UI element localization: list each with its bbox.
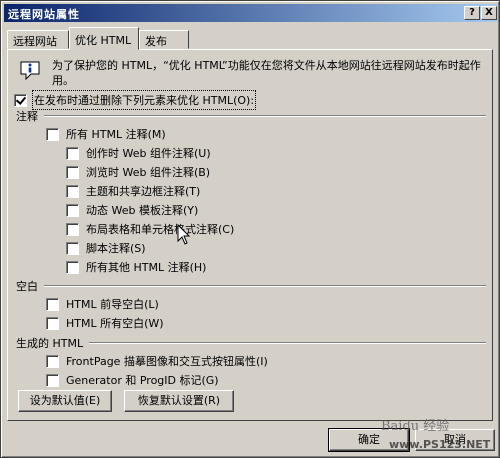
checkbox-label: 所有其他 HTML 注释(H) (86, 261, 207, 274)
info-text: 为了保护您的 HTML，“优化 HTML”功能仅在您将文件从本地网站往远程网站发… (52, 59, 481, 87)
optimize-html-label: 在发布时通过删除下列元素来优化 HTML(O): (31, 90, 257, 110)
checkbox-label: 浏览时 Web 组件注释(B) (86, 166, 211, 179)
browse-web-component-comments-checkbox[interactable]: 浏览时 Web 组件注释(B) (66, 164, 210, 180)
checkbox-box[interactable] (66, 146, 79, 160)
checkbox-label: 创作时 Web 组件注释(U) (86, 147, 211, 160)
leading-whitespace-checkbox[interactable]: HTML 前导空白(L) (46, 296, 159, 312)
checkbox-label: Generator 和 ProgID 标记(G) (66, 374, 219, 387)
group-divider (89, 342, 486, 344)
help-button[interactable]: ? (464, 6, 480, 20)
restore-default-button[interactable]: 恢复默认设置(R) (124, 390, 234, 412)
watermark-url: www.PS123.NET (389, 438, 491, 451)
dynamic-web-template-comments-checkbox[interactable]: 动态 Web 模板注释(Y) (66, 202, 198, 218)
set-default-button[interactable]: 设为默认值(E) (18, 390, 112, 412)
layout-table-comments-checkbox[interactable]: 布局表格和单元格格式注释(C) (66, 221, 234, 237)
checkbox-box[interactable] (46, 354, 59, 368)
tab-remote-site[interactable]: 远程网站 (7, 30, 69, 49)
frontpage-tracing-image-checkbox[interactable]: FrontPage 描摹图像和交互式按钮属性(I) (46, 353, 268, 369)
dialog-window: 远程网站属性 ? X 远程网站 优化 HTML 发布 为了保护您的 HTML，“… (0, 0, 500, 458)
optimize-html-checkbox[interactable]: 在发布时通过删除下列元素来优化 HTML(O): (14, 90, 257, 110)
tab-panel-optimize-html: 为了保护您的 HTML，“优化 HTML”功能仅在您将文件从本地网站往远程网站发… (7, 49, 493, 421)
checkbox-label: 所有 HTML 注释(M) (66, 128, 166, 141)
tab-publish[interactable]: 发布 (139, 30, 189, 49)
group-comments: 注释 (16, 108, 486, 124)
checkbox-box[interactable] (66, 222, 79, 236)
group-whitespace-title: 空白 (16, 280, 38, 293)
info-icon (20, 61, 40, 81)
checkbox-box[interactable] (46, 297, 59, 311)
other-html-comments-checkbox[interactable]: 所有其他 HTML 注释(H) (66, 259, 206, 275)
checkbox-box[interactable] (66, 260, 79, 274)
title-bar: 远程网站属性 ? X (4, 4, 498, 22)
window-title: 远程网站属性 (8, 8, 80, 21)
checkbox-box[interactable] (66, 165, 79, 179)
all-whitespace-checkbox[interactable]: HTML 所有空白(W) (46, 315, 164, 331)
all-html-comments-checkbox[interactable]: 所有 HTML 注释(M) (46, 126, 166, 142)
watermark-logo: Baidu 经验 (381, 419, 450, 434)
checkbox-box[interactable] (46, 373, 59, 387)
checkbox-label: 主题和共享边框注释(T) (86, 185, 201, 198)
checkbox-box[interactable] (14, 93, 27, 107)
close-button[interactable]: X (481, 6, 497, 20)
script-comments-checkbox[interactable]: 脚本注释(S) (66, 240, 146, 256)
checkbox-box[interactable] (66, 241, 79, 255)
checkbox-box[interactable] (66, 203, 79, 217)
group-whitespace: 空白 (16, 278, 486, 294)
checkbox-label: HTML 所有空白(W) (66, 317, 164, 330)
checkbox-label: HTML 前导空白(L) (66, 298, 159, 311)
group-comments-title: 注释 (16, 110, 38, 123)
tab-optimize-html[interactable]: 优化 HTML (69, 27, 139, 50)
checkbox-box[interactable] (46, 316, 59, 330)
authoring-web-component-comments-checkbox[interactable]: 创作时 Web 组件注释(U) (66, 145, 211, 161)
group-divider (44, 285, 486, 287)
checkbox-label: FrontPage 描摹图像和交互式按钮属性(I) (66, 355, 268, 368)
group-divider (44, 115, 486, 117)
checkbox-label: 脚本注释(S) (86, 242, 146, 255)
theme-shared-border-comments-checkbox[interactable]: 主题和共享边框注释(T) (66, 183, 200, 199)
group-generated-html-title: 生成的 HTML (16, 337, 84, 350)
generator-progid-checkbox[interactable]: Generator 和 ProgID 标记(G) (46, 372, 219, 388)
checkbox-label: 动态 Web 模板注释(Y) (86, 204, 199, 217)
checkbox-box[interactable] (46, 127, 59, 141)
checkbox-label: 布局表格和单元格格式注释(C) (86, 223, 235, 236)
checkbox-box[interactable] (66, 184, 79, 198)
mouse-cursor-icon (177, 224, 191, 245)
group-generated-html: 生成的 HTML (16, 335, 486, 351)
